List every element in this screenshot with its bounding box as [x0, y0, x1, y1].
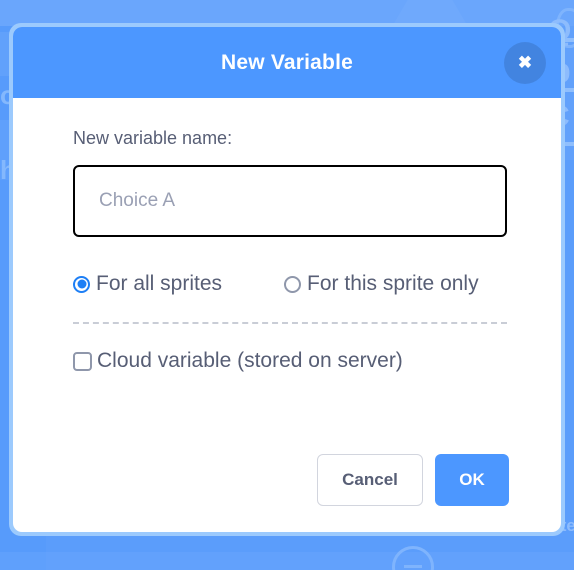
backdrop-shape: [404, 565, 422, 568]
dialog-body: New variable name: For all sprites For t…: [13, 98, 561, 532]
dialog-title: New Variable: [221, 50, 353, 74]
dashed-divider: [73, 322, 507, 324]
dialog-header: New Variable ✖: [13, 27, 561, 98]
new-variable-dialog: New Variable ✖ New variable name: For al…: [9, 23, 565, 536]
radio-label: For all sprites: [96, 272, 223, 295]
cloud-variable-checkbox[interactable]: Cloud variable (stored on server): [73, 349, 535, 373]
backdrop-shape: [0, 552, 574, 570]
ok-button[interactable]: OK: [435, 454, 509, 506]
radio-icon-empty: [284, 275, 302, 293]
radio-for-this-sprite-only[interactable]: For this sprite only: [284, 272, 479, 296]
dialog-footer: Cancel OK: [39, 454, 535, 532]
dialog-surface: New Variable ✖ New variable name: For al…: [13, 27, 561, 532]
radio-label: For this sprite only: [307, 272, 479, 295]
cancel-button[interactable]: Cancel: [317, 454, 423, 506]
cloud-variable-label: Cloud variable (stored on server): [97, 349, 403, 372]
variable-name-input[interactable]: [73, 165, 507, 237]
scope-radio-group: For all sprites For this sprite only: [73, 272, 535, 296]
radio-for-all-sprites[interactable]: For all sprites: [73, 272, 222, 296]
radio-icon-selected: [73, 275, 90, 293]
close-x-glyph: ✖: [517, 53, 533, 72]
close-icon[interactable]: ✖: [504, 41, 546, 84]
checkbox-icon-unchecked: [73, 351, 92, 371]
variable-name-label: New variable name:: [73, 128, 233, 148]
